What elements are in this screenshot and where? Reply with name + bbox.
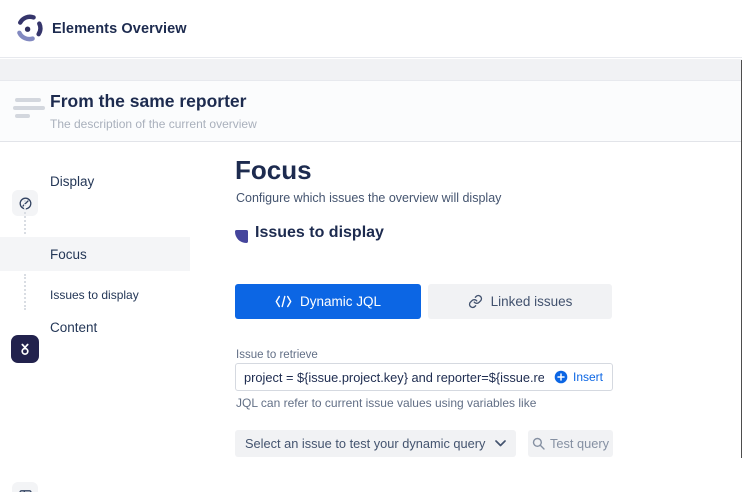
- sidebar-item-label: Content: [50, 320, 97, 335]
- elements-overview-logo-icon: [14, 13, 44, 43]
- app-header: Elements Overview: [0, 0, 742, 58]
- app-title: Elements Overview: [52, 0, 187, 58]
- settings-sidebar: Display Focus Issues to display: [0, 142, 190, 492]
- sidebar-connector: [24, 274, 26, 310]
- chevron-down-icon: [495, 440, 506, 447]
- test-query-button[interactable]: Test query: [528, 430, 613, 457]
- drag-handle-icon: [13, 98, 47, 122]
- jql-field-label: Issue to retrieve: [236, 349, 318, 361]
- linked-issues-tab-label: Linked issues: [491, 294, 573, 309]
- code-icon: [275, 295, 292, 308]
- sidebar-connector: [24, 200, 26, 234]
- overview-header: From the same reporter The description o…: [0, 80, 742, 142]
- insert-button-label: Insert: [573, 370, 603, 384]
- insert-button[interactable]: Insert: [550, 370, 612, 384]
- jql-input[interactable]: [236, 370, 550, 385]
- sidebar-item-focus[interactable]: Focus: [0, 237, 190, 271]
- sidebar-item-label: Focus: [50, 247, 87, 262]
- dynamic-jql-tab[interactable]: Dynamic JQL: [235, 284, 421, 319]
- overview-title: From the same reporter: [50, 91, 246, 112]
- header-gap-band: [0, 59, 742, 80]
- sidebar-item-display[interactable]: Display: [0, 164, 190, 198]
- sidebar-item-content[interactable]: Content: [0, 310, 190, 344]
- link-icon: [468, 294, 483, 309]
- plus-circle-icon: [554, 370, 568, 384]
- dynamic-jql-tab-label: Dynamic JQL: [300, 294, 381, 309]
- jql-input-box: Insert: [235, 363, 613, 391]
- linked-issues-tab[interactable]: Linked issues: [428, 284, 612, 319]
- search-icon: [532, 437, 545, 450]
- page-title: Focus: [235, 155, 312, 186]
- sidebar-item-label: Display: [50, 174, 94, 189]
- jql-help-text: JQL can refer to current issue values us…: [236, 396, 536, 410]
- test-issue-select-value: Select an issue to test your dynamic que…: [245, 436, 495, 451]
- section-bullet-icon: [235, 230, 248, 243]
- test-issue-select[interactable]: Select an issue to test your dynamic que…: [235, 430, 516, 457]
- test-query-button-label: Test query: [550, 436, 609, 451]
- sidebar-item-issues-to-display[interactable]: Issues to display: [50, 288, 139, 302]
- content-icon: [12, 482, 38, 492]
- page-subtitle: Configure which issues the overview will…: [236, 191, 501, 205]
- section-title: Issues to display: [255, 224, 384, 242]
- page: Elements Overview From the same reporter…: [0, 0, 742, 492]
- overview-subtitle: The description of the current overview: [50, 117, 257, 131]
